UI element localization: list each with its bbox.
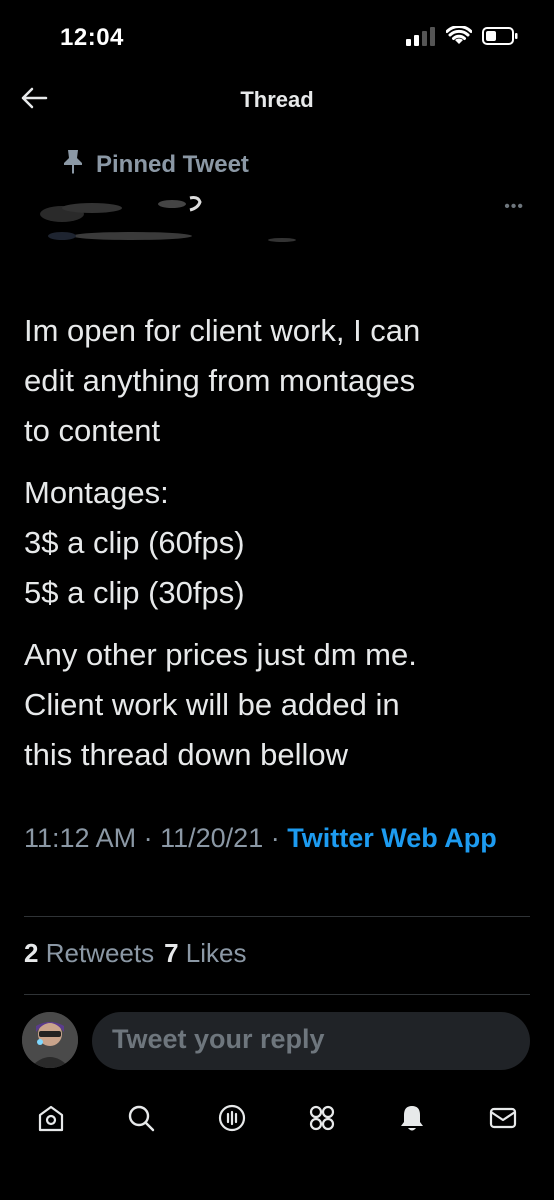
tab-communities[interactable] [300, 1098, 344, 1142]
tab-home[interactable] [29, 1098, 73, 1142]
tweet-paragraph: Any other prices just dm me. Client work… [24, 637, 417, 772]
tweet-date[interactable]: 11/20/21 [160, 823, 263, 853]
status-time: 12:04 [60, 24, 124, 51]
tweet-time[interactable]: 11:12 AM [24, 823, 136, 853]
avatar[interactable] [22, 1012, 78, 1068]
tweet-text: Im open for client work, I can edit anyt… [24, 306, 534, 792]
meta-separator: · [143, 823, 153, 853]
tweet-paragraph: Montages: 3$ a clip (60fps) 5$ a clip (3… [24, 475, 245, 610]
search-icon [126, 1103, 156, 1138]
communities-icon [306, 1103, 338, 1138]
status-icons [406, 25, 518, 51]
wifi-icon [445, 25, 473, 51]
tweet-meta: 11:12 AM · 11/20/21 · Twitter Web App [24, 818, 534, 858]
tweet-source-link[interactable]: Twitter Web App [287, 823, 497, 853]
retweets-stat[interactable]: 2 Retweets [24, 938, 154, 969]
more-options-icon[interactable]: ••• [504, 198, 524, 216]
tweet-paragraph: Im open for client work, I can edit anyt… [24, 313, 421, 448]
likes-stat[interactable]: 7 Likes [164, 938, 246, 969]
tab-messages[interactable] [481, 1098, 525, 1142]
meta-separator: · [270, 823, 280, 853]
battery-icon [482, 26, 518, 51]
signal-icon [406, 26, 436, 51]
pin-icon [62, 148, 84, 181]
pinned-text: Pinned Tweet [96, 150, 249, 178]
spaces-icon [217, 1103, 247, 1138]
bottom-tab-bar [0, 1090, 554, 1150]
tab-search[interactable] [119, 1098, 163, 1142]
home-icon [36, 1103, 66, 1138]
messages-icon [488, 1103, 518, 1138]
divider [24, 994, 530, 995]
notifications-icon [397, 1103, 427, 1138]
reply-bar: Tweet your reply [0, 1010, 554, 1080]
page-title: Thread [240, 87, 314, 112]
likes-label: Likes [185, 938, 247, 968]
retweets-label: Retweets [45, 938, 155, 968]
author-info-redacted[interactable] [22, 186, 322, 256]
tab-spaces[interactable] [210, 1098, 254, 1142]
pinned-label: Pinned Tweet [62, 148, 249, 181]
retweets-count: 2 [24, 938, 39, 968]
tweet-stats: 2 Retweets 7 Likes [24, 938, 247, 969]
likes-count: 7 [164, 938, 179, 968]
tab-notifications[interactable] [390, 1098, 434, 1142]
divider [24, 916, 530, 917]
reply-input[interactable]: Tweet your reply [92, 1012, 530, 1070]
status-bar: 12:04 [0, 0, 554, 70]
nav-bar: Thread [0, 72, 554, 128]
